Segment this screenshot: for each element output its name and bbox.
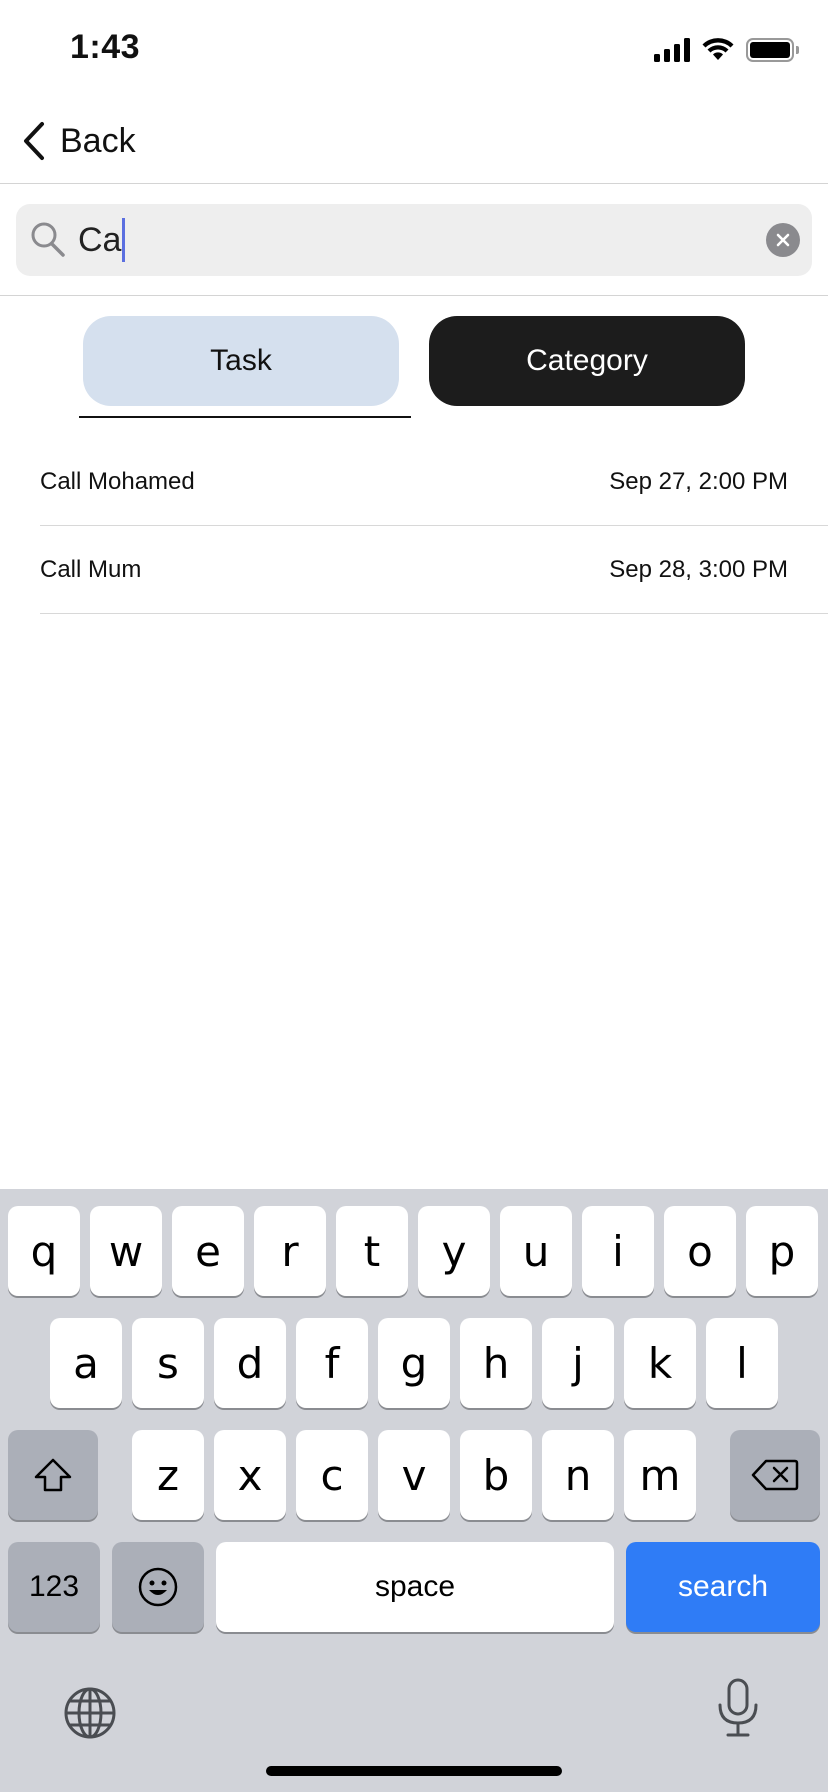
home-indicator[interactable] (266, 1766, 562, 1776)
key-s[interactable]: s (132, 1318, 204, 1408)
space-key[interactable]: space (216, 1542, 614, 1632)
battery-icon (746, 38, 799, 62)
status-bar: 1:43 (0, 0, 828, 100)
list-item[interactable]: Call Mum Sep 28, 3:00 PM (40, 526, 828, 614)
key-b[interactable]: b (460, 1430, 532, 1520)
cellular-signal-icon (654, 38, 690, 62)
list-item[interactable]: Call Mohamed Sep 27, 2:00 PM (40, 438, 828, 526)
key-x[interactable]: x (214, 1430, 286, 1520)
shift-key[interactable] (8, 1430, 98, 1520)
key-a[interactable]: a (50, 1318, 122, 1408)
key-t[interactable]: t (336, 1206, 408, 1296)
task-title: Call Mum (40, 556, 142, 583)
search-field[interactable]: Ca (16, 204, 812, 276)
selected-tab-indicator (79, 416, 411, 418)
key-l[interactable]: l (706, 1318, 778, 1408)
emoji-icon (138, 1567, 178, 1607)
text-cursor (122, 218, 126, 262)
key-h[interactable]: h (460, 1318, 532, 1408)
navigation-bar: Back (0, 100, 828, 184)
key-v[interactable]: v (378, 1430, 450, 1520)
shift-icon (34, 1458, 72, 1492)
clear-icon (776, 233, 790, 247)
key-c[interactable]: c (296, 1430, 368, 1520)
key-z[interactable]: z (132, 1430, 204, 1520)
key-o[interactable]: o (664, 1206, 736, 1296)
key-f[interactable]: f (296, 1318, 368, 1408)
emoji-key[interactable] (112, 1542, 204, 1632)
tab-category[interactable]: Category (429, 316, 745, 406)
key-i[interactable]: i (582, 1206, 654, 1296)
backspace-icon (751, 1459, 799, 1491)
search-section: Ca (0, 184, 828, 296)
key-u[interactable]: u (500, 1206, 572, 1296)
chevron-left-icon (24, 122, 44, 160)
key-w[interactable]: w (90, 1206, 162, 1296)
search-input-value: Ca (78, 220, 122, 259)
key-r[interactable]: r (254, 1206, 326, 1296)
keyboard: q w e r t y u i o p a s d f g h j k l z … (0, 1189, 828, 1792)
search-icon (31, 222, 65, 257)
key-j[interactable]: j (542, 1318, 614, 1408)
back-label: Back (60, 121, 136, 160)
numbers-key[interactable]: 123 (8, 1542, 100, 1632)
backspace-key[interactable] (730, 1430, 820, 1520)
task-date: Sep 28, 3:00 PM (609, 556, 788, 583)
key-n[interactable]: n (542, 1430, 614, 1520)
search-input[interactable]: Ca (78, 216, 718, 264)
microphone-icon[interactable] (712, 1677, 764, 1741)
task-date: Sep 27, 2:00 PM (609, 468, 788, 495)
key-k[interactable]: k (624, 1318, 696, 1408)
task-title: Call Mohamed (40, 468, 195, 495)
status-time: 1:43 (70, 28, 141, 66)
search-key[interactable]: search (626, 1542, 820, 1632)
key-g[interactable]: g (378, 1318, 450, 1408)
wifi-icon (702, 38, 734, 60)
key-p[interactable]: p (746, 1206, 818, 1296)
back-button[interactable]: Back (22, 118, 136, 164)
key-e[interactable]: e (172, 1206, 244, 1296)
tab-task[interactable]: Task (83, 316, 399, 406)
globe-icon[interactable] (62, 1685, 118, 1741)
key-m[interactable]: m (624, 1430, 696, 1520)
clear-search-button[interactable] (766, 223, 800, 257)
key-q[interactable]: q (8, 1206, 80, 1296)
key-d[interactable]: d (214, 1318, 286, 1408)
key-y[interactable]: y (418, 1206, 490, 1296)
status-icons (654, 36, 799, 64)
search-results-list: Call Mohamed Sep 27, 2:00 PM Call Mum Se… (40, 438, 828, 614)
